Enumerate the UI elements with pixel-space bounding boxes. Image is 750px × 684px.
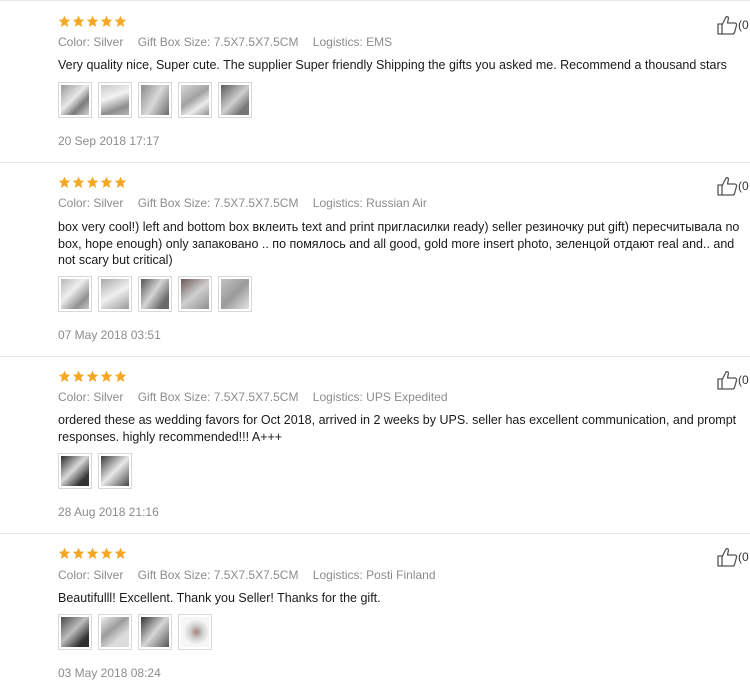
star-icon: [58, 15, 71, 27]
thumbs-up-icon: [717, 16, 738, 35]
star-icon: [58, 547, 71, 559]
star-icon: [72, 176, 85, 188]
review-photo-thumbnail[interactable]: [58, 614, 92, 650]
color-attribute: Color: Silver: [58, 35, 124, 49]
review-date: 28 Aug 2018 21:16: [58, 505, 159, 519]
review-photo-thumbnail[interactable]: [178, 82, 212, 118]
review-text: ordered these as wedding favors for Oct …: [58, 413, 737, 444]
star-icon: [114, 370, 127, 382]
review-photo-thumbnail[interactable]: [98, 276, 132, 312]
helpful-count: (0: [738, 179, 749, 193]
star-icon: [114, 15, 127, 27]
star-icon: [86, 176, 99, 188]
review-date: 07 May 2018 03:51: [58, 328, 161, 342]
divider: [0, 162, 750, 163]
star-icon: [114, 176, 127, 188]
review-meta: Color: Silver Gift Box Size: 7.5X7.5X7.5…: [58, 196, 438, 210]
color-attribute: Color: Silver: [58, 390, 124, 404]
review-photo-thumbnail[interactable]: [58, 82, 92, 118]
star-icon: [100, 547, 113, 559]
divider: [0, 356, 750, 357]
review-photo-thumbnail[interactable]: [218, 276, 252, 312]
thumbs-up-icon: [717, 548, 738, 567]
size-attribute: Gift Box Size: 7.5X7.5X7.5CM: [137, 35, 299, 49]
review-meta: Color: Silver Gift Box Size: 7.5X7.5X7.5…: [58, 35, 403, 49]
helpful-button[interactable]: (0: [716, 176, 749, 196]
helpful-button[interactable]: (0: [716, 370, 749, 390]
review-photos: [58, 276, 252, 312]
review-text: box very cool!) left and bottom box вкле…: [58, 220, 740, 267]
size-attribute: Gift Box Size: 7.5X7.5X7.5CM: [137, 568, 299, 582]
star-rating: [58, 176, 127, 190]
review-date: 03 May 2018 08:24: [58, 666, 161, 680]
helpful-button[interactable]: (0: [716, 15, 749, 35]
size-attribute: Gift Box Size: 7.5X7.5X7.5CM: [137, 196, 299, 210]
thumbs-up-icon: [717, 177, 738, 196]
review-date: 20 Sep 2018 17:17: [58, 134, 160, 148]
star-icon: [86, 370, 99, 382]
star-icon: [100, 15, 113, 27]
size-attribute: Gift Box Size: 7.5X7.5X7.5CM: [137, 390, 299, 404]
star-icon: [86, 15, 99, 27]
color-attribute: Color: Silver: [58, 196, 124, 210]
review-meta: Color: Silver Gift Box Size: 7.5X7.5X7.5…: [58, 568, 447, 582]
review-photo-thumbnail[interactable]: [58, 453, 92, 489]
star-icon: [100, 370, 113, 382]
logistics-attribute: Logistics: Posti Finland: [312, 568, 436, 582]
logistics-attribute: Logistics: EMS: [312, 35, 393, 49]
star-icon: [114, 547, 127, 559]
review-text: Very quality nice, Super cute. The suppl…: [58, 58, 727, 72]
divider: [0, 533, 750, 534]
thumbs-up-icon: [717, 371, 738, 390]
review-photos: [58, 614, 212, 650]
helpful-count: (0: [738, 18, 749, 32]
review-photo-thumbnail[interactable]: [178, 276, 212, 312]
helpful-count: (0: [738, 373, 749, 387]
review-photo-thumbnail[interactable]: [218, 82, 252, 118]
color-attribute: Color: Silver: [58, 568, 124, 582]
helpful-button[interactable]: (0: [716, 547, 749, 567]
review-photos: [58, 453, 132, 489]
logistics-attribute: Logistics: Russian Air: [312, 196, 427, 210]
logistics-attribute: Logistics: UPS Expedited: [312, 390, 448, 404]
review-meta: Color: Silver Gift Box Size: 7.5X7.5X7.5…: [58, 390, 459, 404]
star-icon: [58, 370, 71, 382]
review-photo-thumbnail[interactable]: [138, 614, 172, 650]
star-rating: [58, 370, 127, 384]
review-photo-thumbnail[interactable]: [58, 276, 92, 312]
star-icon: [72, 370, 85, 382]
review-photos: [58, 82, 252, 118]
review-photo-thumbnail[interactable]: [98, 82, 132, 118]
divider: [0, 0, 750, 1]
star-icon: [58, 176, 71, 188]
star-icon: [72, 547, 85, 559]
review-photo-thumbnail[interactable]: [178, 614, 212, 650]
star-rating: [58, 15, 127, 29]
star-rating: [58, 547, 127, 561]
review-text: Beautifulll! Excellent. Thank you Seller…: [58, 591, 381, 605]
review-photo-thumbnail[interactable]: [98, 614, 132, 650]
star-icon: [72, 15, 85, 27]
star-icon: [86, 547, 99, 559]
review-photo-thumbnail[interactable]: [98, 453, 132, 489]
review-photo-thumbnail[interactable]: [138, 276, 172, 312]
review-photo-thumbnail[interactable]: [138, 82, 172, 118]
star-icon: [100, 176, 113, 188]
helpful-count: (0: [738, 550, 749, 564]
